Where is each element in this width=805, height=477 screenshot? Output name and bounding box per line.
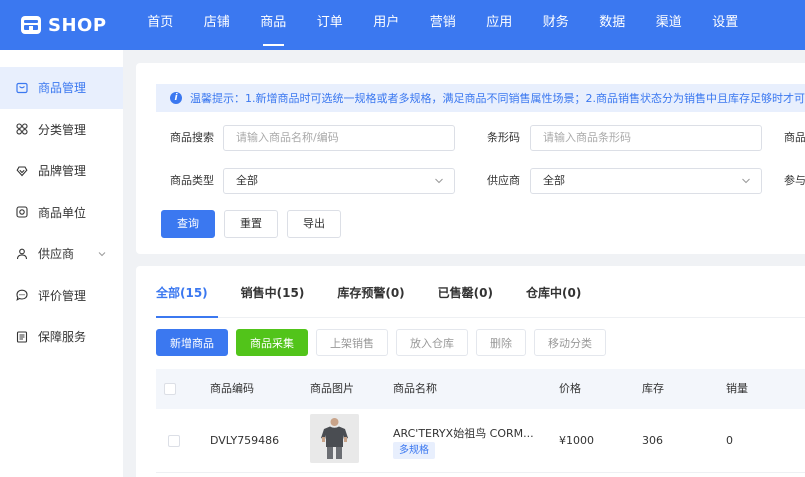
type-select-value: 全部 [236,174,258,187]
nav-store[interactable]: 店铺 [189,0,246,50]
row-code: DVLY759486 [210,434,280,447]
nav-home[interactable]: 首页 [132,0,189,50]
search-label: 商品搜索 [170,131,214,144]
filter-panel: i 温馨提示：1.新增商品时可选统一规格或者多规格，满足商品不同销售属性场景；2… [136,63,805,254]
sidebar-item-guarantee-service[interactable]: 保障服务 [0,316,123,358]
sidebar-item-review-management[interactable]: 评价管理 [0,275,123,317]
sidebar-item-category-management[interactable]: 分类管理 [0,109,123,151]
nav-apps[interactable]: 应用 [471,0,528,50]
tab-sold-out[interactable]: 已售罄(0) [438,279,493,317]
row-price: ¥1000 [559,434,594,447]
table-row[interactable]: DVLY759486 ARC'TERYX始祖鸟 CORM... 多规格 ¥100… [156,409,805,473]
header-name: 商品名称 [393,382,437,395]
tab-stock-warning[interactable]: 库存预警(0) [337,279,404,317]
supplier-label: 供应商 [487,174,520,187]
sidebar: 商品管理 分类管理 品牌管理 商品单位 供应商 评价管理 保障服务 [0,50,123,477]
nav-data[interactable]: 数据 [584,0,641,50]
extra-label-2: 参与 [784,174,805,187]
tshirt-product-image [310,414,359,463]
sidebar-item-label: 分类管理 [38,122,87,137]
chevron-down-icon[interactable] [97,249,107,259]
filter-row-1: 商品搜索 请输入商品名称/编码 条形码 请输入商品条形码 商品 [136,125,805,151]
type-label: 商品类型 [170,174,214,187]
unit-icon [16,206,28,218]
filter-row-2: 商品类型 全部 供应商 全部 参与 [136,168,805,194]
list-for-sale-button[interactable]: 上架销售 [316,329,388,356]
comment-icon [16,289,28,302]
filter-buttons: 查询 重置 导出 [161,210,341,238]
add-product-button[interactable]: 新增商品 [156,329,228,356]
chevron-down-icon [435,178,443,184]
header-stock: 库存 [642,382,664,395]
export-button[interactable]: 导出 [287,210,341,238]
sidebar-item-brand-management[interactable]: 品牌管理 [0,150,123,192]
shop-logo-icon [21,16,41,34]
sidebar-item-label: 商品管理 [38,81,87,96]
logo-text: SHOP [48,14,107,36]
nav-finance[interactable]: 财务 [528,0,585,50]
barcode-input[interactable]: 请输入商品条形码 [530,125,762,151]
sidebar-item-label: 商品单位 [38,205,87,220]
nav-channels[interactable]: 渠道 [641,0,698,50]
spec-badge: 多规格 [393,442,435,459]
table-header: 商品编码 商品图片 商品名称 价格 库存 销量 [156,369,805,409]
sidebar-item-product-management[interactable]: 商品管理 [0,67,123,109]
nav-products[interactable]: 商品 [245,0,302,50]
supplier-select[interactable]: 全部 [530,168,762,194]
nav-users[interactable]: 用户 [358,0,415,50]
reset-button[interactable]: 重置 [224,210,278,238]
logo[interactable]: SHOP [20,14,132,36]
supplier-select-value: 全部 [543,174,565,187]
header-price: 价格 [559,382,581,395]
sidebar-item-label: 保障服务 [38,330,87,345]
tab-all[interactable]: 全部(15) [156,279,208,317]
chevron-down-icon [742,178,750,184]
status-tabs: 全部(15) 销售中(15) 库存预警(0) 已售罄(0) 仓库中(0) [156,279,614,317]
type-select[interactable]: 全部 [223,168,455,194]
search-input[interactable]: 请输入商品名称/编码 [223,125,455,151]
row-stock: 306 [642,434,663,447]
product-list-panel: 全部(15) 销售中(15) 库存预警(0) 已售罄(0) 仓库中(0) 新增商… [136,266,805,477]
header-sales: 销量 [726,382,748,395]
service-icon [16,331,28,343]
header-code: 商品编码 [210,382,254,395]
top-navbar: SHOP 首页 店铺 商品 订单 用户 营销 应用 财务 数据 渠道 设置 [0,0,805,50]
row-checkbox[interactable] [168,435,180,447]
product-icon [16,82,28,93]
sidebar-item-label: 评价管理 [38,288,87,303]
tab-in-warehouse[interactable]: 仓库中(0) [526,279,581,317]
brand-icon [16,166,28,177]
sidebar-item-label: 供应商 [38,247,75,262]
nav-marketing[interactable]: 营销 [415,0,472,50]
tip-banner: i 温馨提示：1.新增商品时可选统一规格或者多规格，满足商品不同销售属性场景；2… [156,84,805,112]
nav-orders[interactable]: 订单 [302,0,359,50]
tip-text: 温馨提示：1.新增商品时可选统一规格或者多规格，满足商品不同销售属性场景；2.商… [190,92,805,105]
header-image: 商品图片 [310,382,354,395]
barcode-label: 条形码 [487,131,520,144]
info-icon: i [170,92,182,104]
move-category-button[interactable]: 移动分类 [534,329,606,356]
nav-settings[interactable]: 设置 [697,0,754,50]
row-sales: 0 [726,434,733,447]
select-all-checkbox[interactable] [164,383,176,395]
product-image[interactable] [310,414,359,463]
sidebar-item-product-unit[interactable]: 商品单位 [0,192,123,234]
action-buttons: 新增商品 商品采集 上架销售 放入仓库 删除 移动分类 [156,329,606,356]
tab-on-sale[interactable]: 销售中(15) [241,279,305,317]
category-icon [16,123,28,135]
active-tab-indicator [156,316,218,318]
query-button[interactable]: 查询 [161,210,215,238]
extra-label-1: 商品 [784,131,805,144]
tabs-divider [156,317,805,318]
row-product-name[interactable]: ARC'TERYX始祖鸟 CORM... [393,425,534,441]
move-to-warehouse-button[interactable]: 放入仓库 [396,329,468,356]
sidebar-item-label: 品牌管理 [38,164,87,179]
supplier-icon [16,248,28,259]
delete-button[interactable]: 删除 [476,329,526,356]
collect-product-button[interactable]: 商品采集 [236,329,308,356]
sidebar-item-supplier[interactable]: 供应商 [0,233,123,275]
main-nav: 首页 店铺 商品 订单 用户 营销 应用 财务 数据 渠道 设置 [132,0,754,50]
